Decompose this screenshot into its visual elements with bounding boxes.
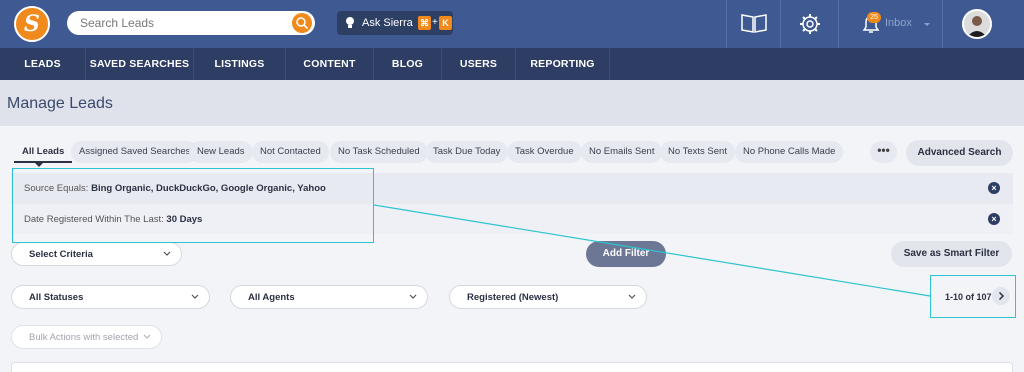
search-button[interactable]: [292, 13, 312, 33]
user-photo-icon: [964, 11, 990, 37]
lightbulb-icon: [346, 17, 354, 28]
agents-select[interactable]: All Agents: [230, 285, 428, 309]
chevron-down-icon: [163, 251, 171, 256]
tab-no-task-scheduled[interactable]: No Task Scheduled: [330, 141, 428, 163]
tab-no-emails-sent[interactable]: No Emails Sent: [581, 141, 663, 163]
tab-assigned-saved-searches[interactable]: Assigned Saved Searches: [71, 141, 199, 163]
tab-new-leads[interactable]: New Leads: [189, 141, 253, 163]
chevron-down-icon: [924, 23, 930, 26]
book-icon: [741, 14, 767, 33]
select-criteria-dropdown[interactable]: Select Criteria: [11, 242, 182, 266]
title-band: [0, 80, 1024, 126]
chevron-down-icon: [628, 294, 636, 299]
more-tabs-button[interactable]: •••: [870, 141, 897, 163]
sort-select-label: Registered (Newest): [467, 292, 559, 303]
bulk-actions-dropdown[interactable]: Bulk Actions with selected: [11, 325, 162, 349]
chevron-down-icon: [143, 334, 151, 339]
nav-saved-searches[interactable]: SAVED SEARCHES: [86, 48, 194, 80]
search-icon: [296, 17, 308, 29]
tab-no-phone-calls-made[interactable]: No Phone Calls Made: [735, 141, 844, 163]
resources-button[interactable]: [726, 0, 780, 48]
page-title: Manage Leads: [7, 95, 113, 112]
gear-icon: [800, 14, 820, 34]
nav-blog[interactable]: BLOG: [374, 48, 442, 80]
tab-not-contacted[interactable]: Not Contacted: [252, 141, 329, 163]
status-select[interactable]: All Statuses: [11, 285, 210, 309]
chevron-down-icon: [191, 294, 199, 299]
pager-highlight-box: [930, 275, 1016, 318]
sort-select[interactable]: Registered (Newest): [449, 285, 647, 309]
remove-filter-button[interactable]: ×: [988, 213, 1000, 225]
remove-filter-button[interactable]: ×: [988, 182, 1000, 194]
filters-highlight-box: [12, 168, 374, 243]
cmd-key: ⌘: [418, 16, 431, 30]
agents-select-label: All Agents: [248, 292, 295, 303]
main-nav: LEADS SAVED SEARCHES LISTINGS CONTENT BL…: [0, 48, 1024, 80]
save-smart-filter-button[interactable]: Save as Smart Filter: [891, 241, 1012, 267]
nav-listings[interactable]: LISTINGS: [194, 48, 286, 80]
key-plus: +: [432, 17, 438, 28]
inbox-label: Inbox: [885, 17, 912, 29]
search-input[interactable]: [80, 15, 280, 31]
add-filter-button[interactable]: Add Filter: [586, 241, 666, 267]
avatar[interactable]: [962, 9, 992, 39]
nav-leads[interactable]: LEADS: [0, 48, 86, 80]
k-key: K: [439, 16, 452, 30]
tab-no-texts-sent[interactable]: No Texts Sent: [660, 141, 735, 163]
status-select-label: All Statuses: [29, 292, 84, 303]
search-box[interactable]: [67, 11, 315, 35]
tab-task-overdue[interactable]: Task Overdue: [507, 141, 582, 163]
chevron-down-icon: [409, 294, 417, 299]
leads-table: [11, 362, 1013, 372]
ask-sierra-label: Ask Sierra: [362, 17, 413, 29]
settings-button[interactable]: [780, 0, 838, 48]
advanced-search-button[interactable]: Advanced Search: [906, 140, 1013, 166]
tab-all-leads[interactable]: All Leads: [14, 141, 73, 163]
ask-sierra-button[interactable]: Ask Sierra ⌘ + K: [337, 11, 453, 35]
inbox-count-badge: 25: [867, 12, 881, 23]
nav-content[interactable]: CONTENT: [286, 48, 374, 80]
nav-reporting[interactable]: REPORTING: [516, 48, 610, 80]
active-tab-caret: [35, 163, 43, 167]
bulk-actions-label: Bulk Actions with selected: [29, 332, 139, 343]
app-logo[interactable]: S: [14, 6, 50, 42]
top-bar: S Ask Sierra ⌘ + K: [0, 0, 1024, 48]
tab-task-due-today[interactable]: Task Due Today: [425, 141, 509, 163]
nav-users[interactable]: USERS: [442, 48, 516, 80]
select-criteria-label: Select Criteria: [29, 249, 93, 260]
